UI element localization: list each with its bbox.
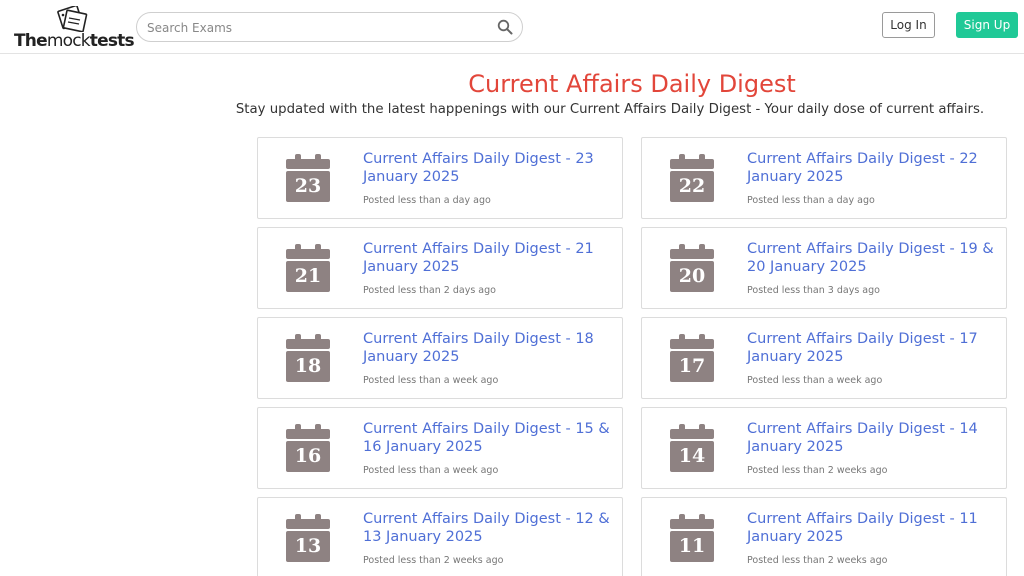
posted-time: Posted less than a week ago: [363, 465, 499, 476]
calendar-icon: 17: [670, 334, 714, 382]
digest-card[interactable]: 16 Current Affairs Daily Digest - 15 & 16…: [257, 407, 623, 489]
posted-time: Posted less than a day ago: [747, 195, 875, 206]
site-logo[interactable]: Themocktests: [14, 6, 135, 51]
calendar-day: 23: [294, 175, 322, 197]
digest-card[interactable]: 11 Current Affairs Daily Digest - 11 Janu…: [641, 497, 1007, 576]
digest-title-link[interactable]: Current Affairs Daily Digest - 11 Januar…: [747, 510, 999, 546]
digest-card[interactable]: 22 Current Affairs Daily Digest - 22 Janu…: [641, 137, 1007, 219]
calendar-icon: 20: [670, 244, 714, 292]
site-header: Themocktests Log In Sign Up: [0, 0, 1024, 54]
posted-time: Posted less than 3 days ago: [747, 285, 880, 296]
calendar-day: 13: [294, 535, 322, 557]
digest-card[interactable]: 13 Current Affairs Daily Digest - 12 & 13…: [257, 497, 623, 576]
posted-time: Posted less than a day ago: [363, 195, 491, 206]
digest-card[interactable]: 14 Current Affairs Daily Digest - 14 Janu…: [641, 407, 1007, 489]
page-subtitle: Stay updated with the latest happenings …: [235, 102, 985, 117]
posted-time: Posted less than a week ago: [363, 375, 499, 386]
logo-icon: [57, 6, 88, 32]
posted-time: Posted less than a week ago: [747, 375, 883, 386]
calendar-icon: 23: [286, 154, 330, 202]
calendar-day: 11: [678, 535, 706, 557]
search-box: [136, 12, 523, 42]
calendar-day: 22: [678, 175, 706, 197]
calendar-icon: 16: [286, 424, 330, 472]
digest-card[interactable]: 18 Current Affairs Daily Digest - 18 Janu…: [257, 317, 623, 399]
posted-time: Posted less than 2 days ago: [363, 285, 496, 296]
calendar-icon: 14: [670, 424, 714, 472]
calendar-icon: 18: [286, 334, 330, 382]
digest-title-link[interactable]: Current Affairs Daily Digest - 21 Januar…: [363, 240, 615, 276]
calendar-icon: 11: [670, 514, 714, 562]
calendar-day: 14: [678, 445, 706, 467]
calendar-day: 18: [294, 355, 322, 377]
posted-time: Posted less than 2 weeks ago: [747, 555, 888, 566]
digest-title-link[interactable]: Current Affairs Daily Digest - 17 Januar…: [747, 330, 999, 366]
digest-title-link[interactable]: Current Affairs Daily Digest - 23 Januar…: [363, 150, 615, 186]
calendar-day: 20: [678, 265, 706, 287]
digest-card[interactable]: 20 Current Affairs Daily Digest - 19 & 20…: [641, 227, 1007, 309]
calendar-icon: 13: [286, 514, 330, 562]
posted-time: Posted less than 2 weeks ago: [363, 555, 504, 566]
calendar-icon: 22: [670, 154, 714, 202]
page-title: Current Affairs Daily Digest: [468, 70, 796, 98]
digest-card[interactable]: 21 Current Affairs Daily Digest - 21 Janu…: [257, 227, 623, 309]
calendar-day: 16: [294, 445, 322, 467]
digest-title-link[interactable]: Current Affairs Daily Digest - 15 & 16 J…: [363, 420, 615, 456]
calendar-icon: 21: [286, 244, 330, 292]
search-input[interactable]: [147, 17, 487, 39]
digest-title-link[interactable]: Current Affairs Daily Digest - 12 & 13 J…: [363, 510, 615, 546]
digest-title-link[interactable]: Current Affairs Daily Digest - 18 Januar…: [363, 330, 615, 366]
digest-title-link[interactable]: Current Affairs Daily Digest - 22 Januar…: [747, 150, 999, 186]
posted-time: Posted less than 2 weeks ago: [747, 465, 888, 476]
digest-card[interactable]: 17 Current Affairs Daily Digest - 17 Janu…: [641, 317, 1007, 399]
logo-wordmark: Themocktests: [14, 31, 135, 51]
calendar-day: 21: [294, 265, 322, 287]
digest-title-link[interactable]: Current Affairs Daily Digest - 14 Januar…: [747, 420, 999, 456]
digest-card[interactable]: 23 Current Affairs Daily Digest - 23 Janu…: [257, 137, 623, 219]
login-button[interactable]: Log In: [882, 12, 935, 38]
calendar-day: 17: [678, 355, 706, 377]
search-icon[interactable]: [497, 19, 513, 35]
digest-title-link[interactable]: Current Affairs Daily Digest - 19 & 20 J…: [747, 240, 999, 276]
signup-button[interactable]: Sign Up: [956, 12, 1018, 38]
